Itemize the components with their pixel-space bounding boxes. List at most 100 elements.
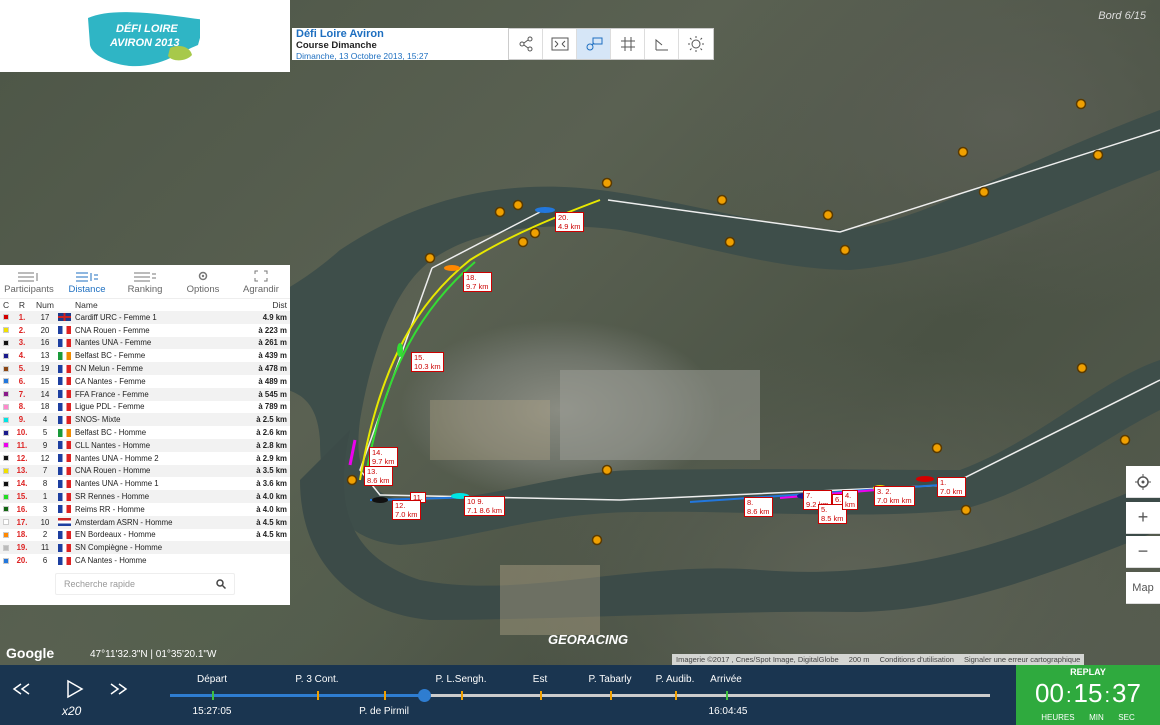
- rank: 12.: [16, 453, 28, 463]
- rank: 10.: [16, 428, 28, 438]
- boat-marker[interactable]: [535, 207, 555, 213]
- ranking-row[interactable]: 10. 5 Belfast BC - Homme à 2.6 km: [0, 426, 290, 439]
- boat-label[interactable]: 20. 4.9 km: [555, 212, 584, 232]
- ruler-button[interactable]: [645, 29, 679, 59]
- checkpoint-label[interactable]: P. 3 Cont.: [295, 674, 338, 685]
- ranking-row[interactable]: 13. 7 CNA Rouen - Homme à 3.5 km: [0, 464, 290, 478]
- distance: à 4.0 km: [256, 492, 287, 502]
- distance: à 439 m: [258, 351, 287, 361]
- boat-number: 17: [40, 312, 50, 322]
- boat-marker[interactable]: [372, 497, 388, 503]
- ranking-row[interactable]: 9. 4 SNOS- Mixte à 2.5 km: [0, 413, 290, 427]
- ranking-row[interactable]: 3. 16 Nantes UNA - Femme à 261 m: [0, 336, 290, 350]
- map-toolbar: [508, 28, 714, 60]
- checkpoint-label[interactable]: P. Audib.: [656, 674, 695, 685]
- distance: à 2.9 km: [256, 453, 287, 463]
- tab-ranking[interactable]: Ranking: [116, 265, 174, 298]
- grid-button[interactable]: [611, 29, 645, 59]
- flag-icon: [58, 556, 75, 565]
- fullscreen-button[interactable]: [543, 29, 577, 59]
- timeline-tick: [610, 691, 612, 700]
- quick-search-input[interactable]: Recherche rapide: [55, 572, 235, 595]
- ranking-row[interactable]: 1. 17 Cardiff URC - Femme 1 4.9 km: [0, 311, 290, 324]
- checkpoint-label[interactable]: Est: [533, 674, 547, 685]
- boat-marker[interactable]: [397, 343, 403, 357]
- report-error-link[interactable]: Signaler une erreur cartographique: [964, 655, 1080, 664]
- ranking-row[interactable]: 2. 20 CNA Rouen - Femme à 223 m: [0, 324, 290, 337]
- ranking-row[interactable]: 6. 15 CA Nantes - Femme à 489 m: [0, 375, 290, 388]
- checkpoint-label[interactable]: P. de Pirmil: [359, 706, 409, 717]
- rank: 2.: [18, 325, 26, 335]
- ranking-row[interactable]: 11. 9 CLL Nantes - Homme à 2.8 km: [0, 438, 290, 452]
- rewind-icon[interactable]: [12, 683, 32, 695]
- ranking-row[interactable]: 5. 19 CN Melun - Femme à 478 m: [0, 362, 290, 375]
- timeline-handle[interactable]: [418, 689, 432, 702]
- ranking-icon: [134, 272, 156, 282]
- playback-speed[interactable]: x20: [62, 704, 81, 718]
- boat-label[interactable]: 8. 8.6 km: [744, 497, 773, 517]
- locate-button[interactable]: [1126, 466, 1160, 498]
- checkpoint-label[interactable]: P. Tabarly: [589, 674, 632, 685]
- boat-label[interactable]: 10 9. 7.1 8.6 km: [464, 496, 506, 516]
- sun-button[interactable]: [679, 29, 713, 59]
- tab-participants[interactable]: Participants: [0, 265, 58, 298]
- zoom-in-button[interactable]: +: [1126, 502, 1160, 534]
- replay-clock: REPLAY 00: 15: 37 HEURES MIN SEC: [1016, 665, 1160, 725]
- flag-icon: [58, 351, 75, 360]
- rank: 13.: [16, 466, 28, 476]
- unit-seconds: SEC: [1118, 713, 1135, 722]
- fast-forward-icon[interactable]: [108, 683, 128, 695]
- boat-marker[interactable]: [444, 265, 460, 271]
- flag-icon: [58, 428, 75, 437]
- follow-button[interactable]: [577, 29, 611, 59]
- ranking-row[interactable]: 16. 3 Reims RR - Homme à 4.0 km: [0, 503, 290, 516]
- distance: à 2.6 km: [256, 428, 287, 438]
- checkpoint-label[interactable]: P. L.Sengh.: [436, 674, 487, 685]
- scale-bar: 200 m: [848, 655, 870, 664]
- distance: à 3.6 km: [256, 479, 287, 489]
- ranking-row[interactable]: 19. 11 SN Compiègne - Homme: [0, 541, 290, 555]
- search-icon: [216, 579, 226, 589]
- ranking-row[interactable]: 15. 1 SR Rennes - Homme à 4.0 km: [0, 490, 290, 503]
- event-logo: DÉFI LOIRE AVIRON 2013: [0, 0, 290, 72]
- clock-seconds: 37: [1112, 678, 1141, 708]
- tab-agrandir[interactable]: Agrandir: [232, 265, 290, 298]
- boat-label[interactable]: 4. km: [842, 490, 858, 510]
- boat-label[interactable]: 15. 10.3 km: [411, 352, 444, 372]
- share-button[interactable]: [509, 29, 543, 59]
- share-icon: [519, 36, 532, 52]
- ranking-row[interactable]: 7. 14 FFA France - Femme à 545 m: [0, 387, 290, 401]
- boat-label[interactable]: 12. 7.0 km: [392, 500, 421, 520]
- boat-label[interactable]: 14. 9.7 km: [369, 447, 398, 467]
- google-logo: Google: [6, 645, 55, 661]
- distance: à 489 m: [258, 376, 287, 386]
- zoom-out-button[interactable]: −: [1126, 536, 1160, 568]
- tab-options[interactable]: Options: [174, 265, 232, 298]
- clock-units: HEURES MIN SEC: [1016, 713, 1160, 722]
- crew-name: Nantes UNA - Homme 1: [75, 479, 159, 489]
- boat-label[interactable]: 13. 8.6 km: [364, 466, 393, 486]
- play-icon[interactable]: [66, 679, 84, 699]
- ranking-row[interactable]: 14. 8 Nantes UNA - Homme 1 à 3.6 km: [0, 477, 290, 490]
- boat-marker[interactable]: [916, 476, 934, 482]
- ranking-row[interactable]: 18. 2 EN Bordeaux - Homme à 4.5 km: [0, 529, 290, 542]
- ranking-row[interactable]: 4. 13 Belfast BC - Femme à 439 m: [0, 349, 290, 362]
- map-type-button[interactable]: Map: [1126, 572, 1160, 604]
- ranking-row[interactable]: 20. 6 CA Nantes - Homme: [0, 554, 290, 567]
- checkpoint-label[interactable]: Arrivée: [710, 674, 742, 685]
- color-swatch: [3, 544, 12, 551]
- ranking-row[interactable]: 12. 12 Nantes UNA - Homme 2 à 2.9 km: [0, 452, 290, 465]
- boat-label[interactable]: 18. 9.7 km: [463, 272, 492, 292]
- boat-label[interactable]: 3. 2. 7.0 km km: [874, 486, 915, 506]
- distance: à 545 m: [258, 389, 287, 399]
- timeline-tick: [461, 691, 463, 700]
- tab-distance[interactable]: Distance: [58, 265, 116, 298]
- crew-name: EN Bordeaux - Homme: [75, 530, 156, 540]
- ranking-row[interactable]: 8. 18 Ligue PDL - Femme à 789 m: [0, 401, 290, 414]
- expand-icon: [254, 270, 268, 282]
- ranking-row[interactable]: 17. 10 Amsterdam ASRN - Homme à 4.5 km: [0, 515, 290, 529]
- boat-label[interactable]: 1. 7.0 km: [937, 477, 966, 497]
- flag-icon: [58, 466, 75, 475]
- terms-link[interactable]: Conditions d'utilisation: [880, 655, 954, 664]
- checkpoint-label[interactable]: Départ: [197, 674, 227, 685]
